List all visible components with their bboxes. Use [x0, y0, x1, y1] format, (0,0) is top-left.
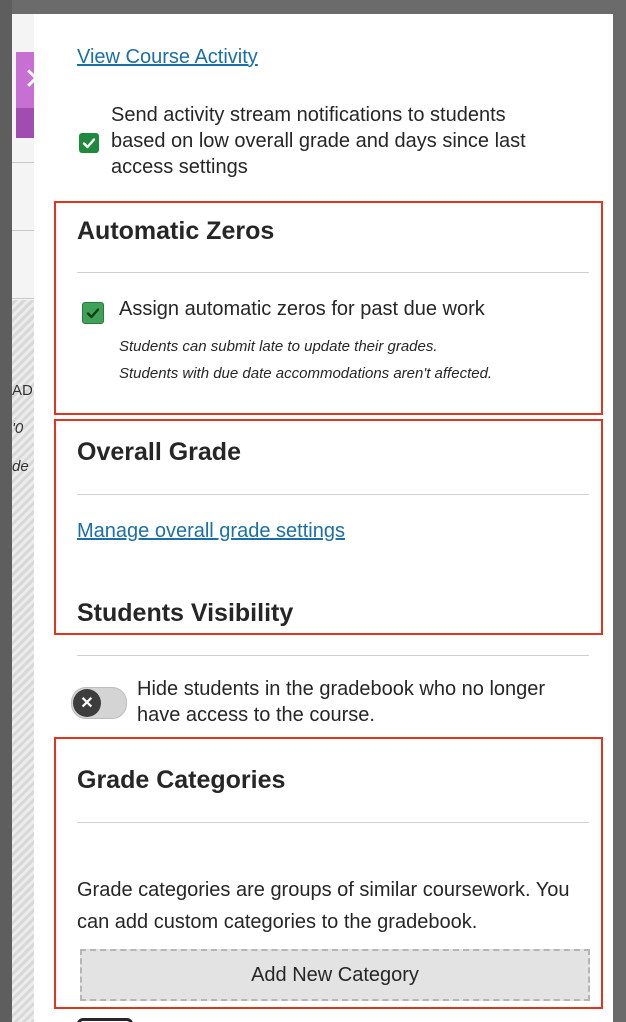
view-course-activity-link[interactable]: View Course Activity [77, 46, 258, 69]
toggle-off-icon: ✕ [73, 689, 101, 717]
background-divider [12, 298, 34, 299]
overall-grade-heading: Overall Grade [77, 438, 241, 466]
background-divider [12, 162, 34, 163]
notify-checkbox[interactable] [79, 133, 99, 153]
grade-categories-description: Grade categories are groups of similar c… [77, 879, 570, 933]
overlay-top [12, 0, 626, 14]
section-divider [77, 494, 589, 495]
grade-categories-heading: Grade Categories [77, 766, 286, 794]
notify-label: Send activity stream notifications to st… [111, 104, 526, 178]
hide-students-toggle[interactable]: ✕ [71, 687, 127, 719]
background-text: de [12, 458, 29, 475]
automatic-zeros-note: Students with due date accommodations ar… [119, 365, 493, 382]
next-control-peek [77, 1018, 133, 1022]
overlay-edge [613, 0, 626, 1022]
add-new-category-button[interactable]: Add New Category [80, 949, 590, 1001]
automatic-zeros-checkbox[interactable] [82, 302, 104, 324]
automatic-zeros-label: Assign automatic zeros for past due work [119, 298, 485, 320]
section-divider [77, 822, 589, 823]
students-visibility-heading: Students Visibility [77, 599, 294, 627]
close-tab-shadow [16, 108, 34, 138]
background-divider [12, 230, 34, 231]
section-divider [77, 272, 589, 273]
checkmark-icon [82, 138, 96, 149]
manage-overall-grade-link[interactable]: Manage overall grade settings [77, 520, 345, 543]
overlay-edge [0, 0, 12, 1022]
section-divider [77, 655, 589, 656]
automatic-zeros-heading: Automatic Zeros [77, 217, 275, 245]
hide-students-label: Hide students in the gradebook who no lo… [137, 678, 546, 726]
checkmark-icon [86, 308, 100, 319]
automatic-zeros-note: Students can submit late to update their… [119, 338, 438, 355]
background-text: '0 [12, 420, 24, 437]
background-text: AD [12, 382, 33, 399]
gradebook-settings-panel: View Course Activity Send activity strea… [34, 14, 613, 1022]
